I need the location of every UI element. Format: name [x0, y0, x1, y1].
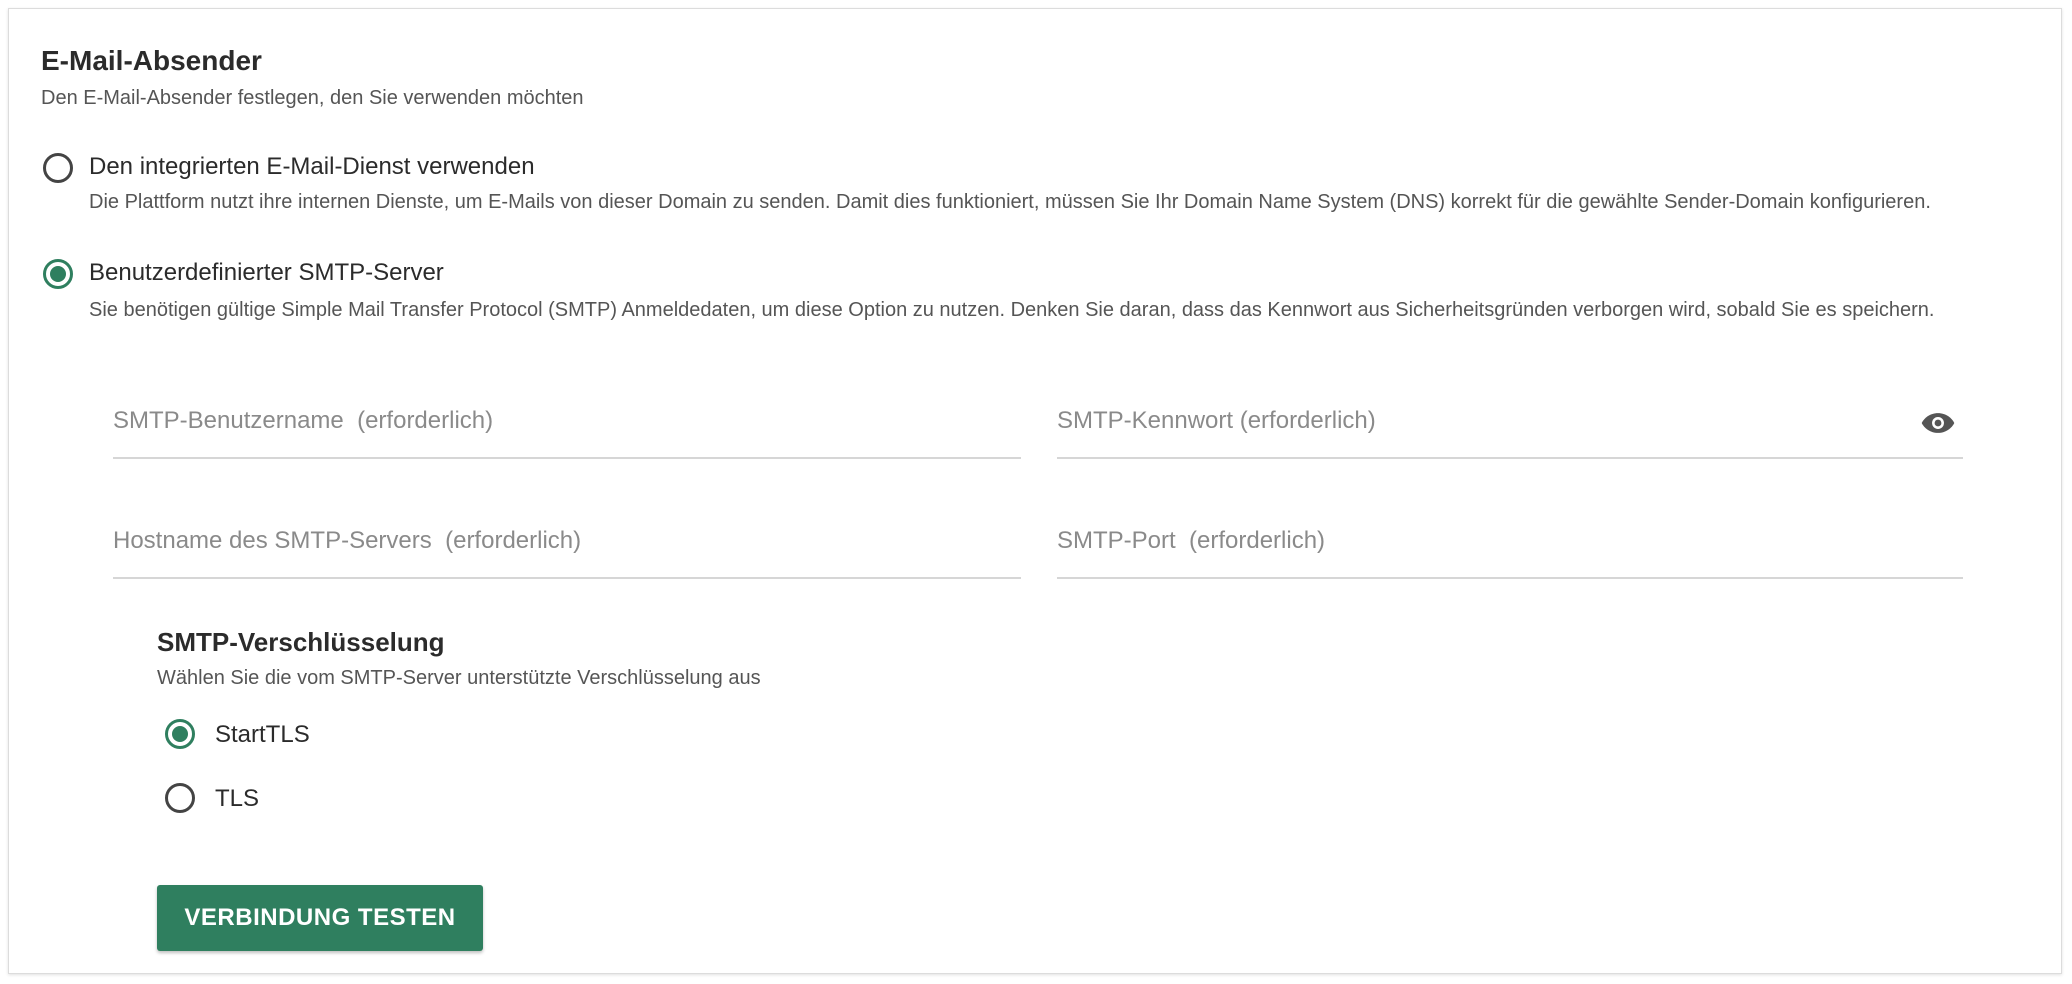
- encryption-subtitle: Wählen Sie die vom SMTP-Server unterstüt…: [157, 667, 761, 689]
- encryption-title: SMTP-Verschlüsselung: [157, 627, 445, 657]
- smtp-port-field: [1057, 507, 1963, 579]
- eye-icon[interactable]: [1921, 411, 1955, 435]
- smtp-username-field: [113, 387, 1021, 459]
- encryption-label-tls[interactable]: TLS: [215, 785, 259, 813]
- option-label-integrated[interactable]: Den integrierten E-Mail-Dienst verwenden: [89, 153, 535, 181]
- smtp-hostname-field: [113, 507, 1021, 579]
- radio-starttls[interactable]: [165, 719, 195, 749]
- encryption-label-starttls[interactable]: StartTLS: [215, 721, 310, 749]
- smtp-port-input[interactable]: [1057, 527, 1963, 555]
- smtp-username-input[interactable]: [113, 407, 1021, 435]
- email-sender-card: E-Mail-Absender Den E-Mail-Absender fest…: [8, 8, 2062, 974]
- smtp-password-input[interactable]: [1057, 407, 1897, 435]
- smtp-hostname-input[interactable]: [113, 527, 1021, 555]
- radio-tls[interactable]: [165, 783, 195, 813]
- section-subtitle: Den E-Mail-Absender festlegen, den Sie v…: [41, 87, 584, 109]
- smtp-password-field: [1057, 387, 1963, 459]
- option-desc-integrated: Die Plattform nutzt ihre internen Dienst…: [89, 191, 1931, 213]
- option-label-custom-smtp[interactable]: Benutzerdefinierter SMTP-Server: [89, 259, 444, 287]
- radio-custom-smtp[interactable]: [43, 259, 73, 289]
- test-connection-button[interactable]: VERBINDUNG TESTEN: [157, 885, 483, 951]
- option-desc-custom-smtp: Sie benötigen gültige Simple Mail Transf…: [89, 299, 1935, 321]
- radio-integrated-service[interactable]: [43, 153, 73, 183]
- section-title: E-Mail-Absender: [41, 45, 262, 76]
